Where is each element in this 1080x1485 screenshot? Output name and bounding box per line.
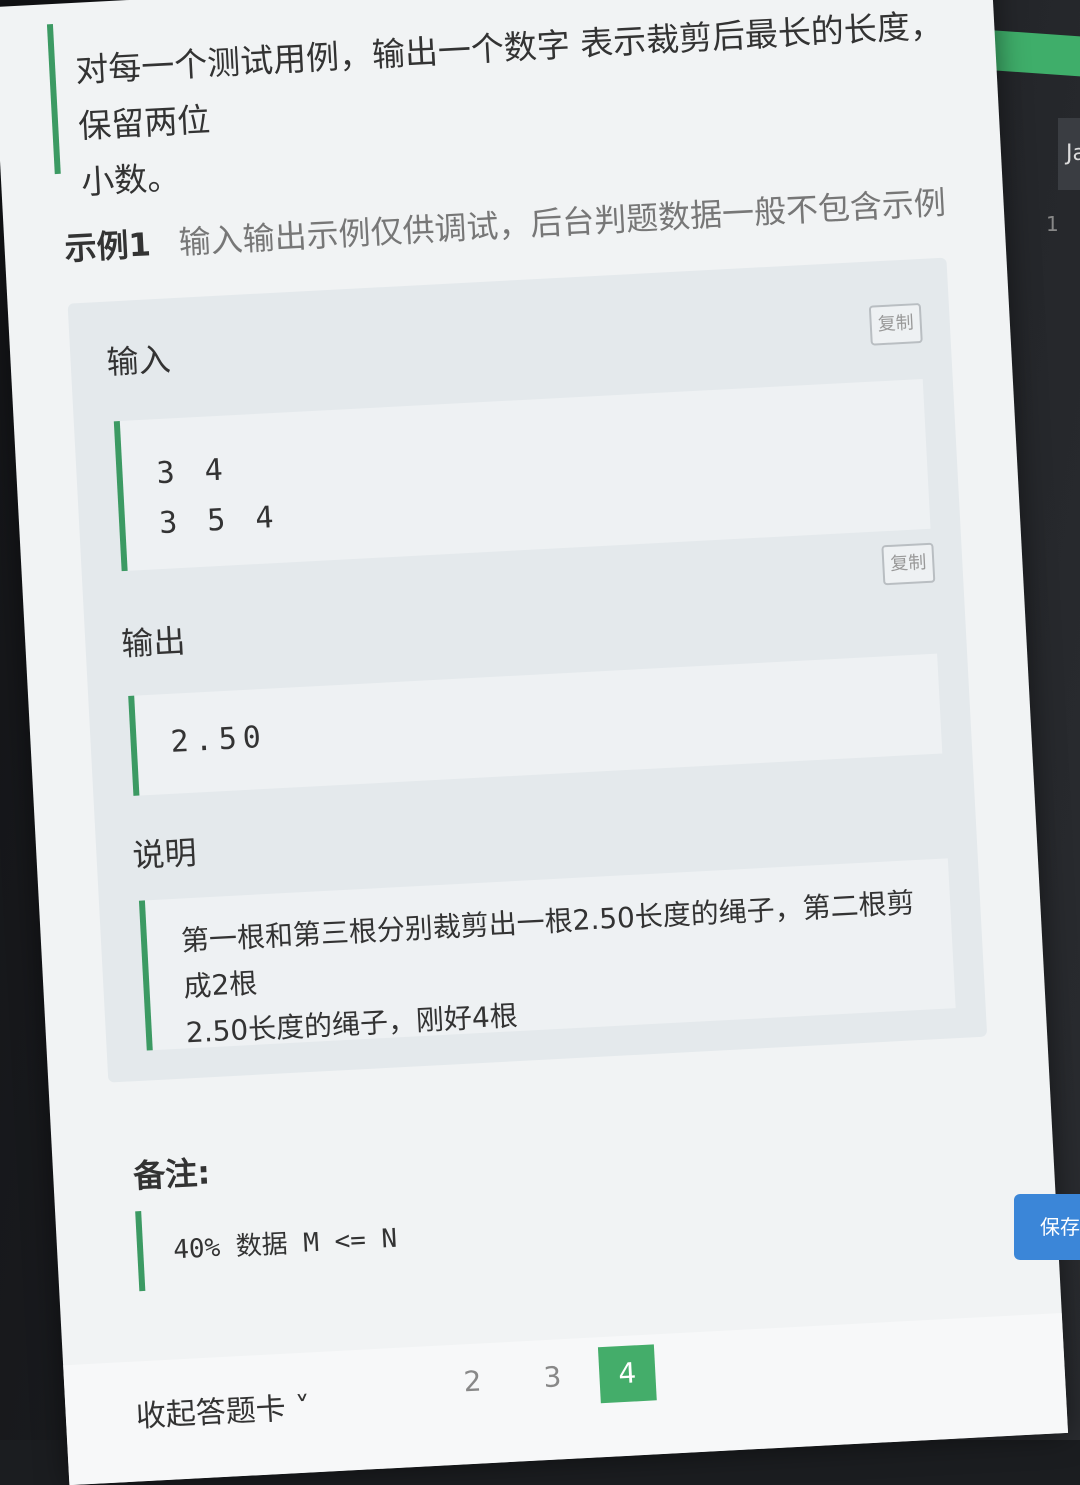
output-code-box: 2.50 [128,653,943,796]
question-number-3[interactable]: 3 [523,1348,582,1407]
note-box: 40% 数据 M <= N [135,1179,739,1292]
editor-language-tab[interactable]: Ja [1058,118,1080,190]
explain-label: 说明 [131,833,198,875]
screen: 对每一个测试用例，输出一个数字 表示裁剪后最长的长度，保留两位 小数。 示例1 输… [0,0,1080,1485]
input-code-box: 3 4 3 5 4 [113,378,931,572]
output-value: 2.50 [169,719,268,760]
question-number-4[interactable]: 4 [597,1344,657,1404]
problem-panel: 对每一个测试用例，输出一个数字 表示裁剪后最长的长度，保留两位 小数。 示例1 输… [0,0,1069,1485]
explain-box: 第一根和第三根分别裁剪出一根2.50长度的绳子，第二根剪成2根 2.50长度的绳… [138,858,956,1051]
example-block: 输入 复制 3 4 3 5 4 复制 输出 2.50 说明 第一根和第三根分别裁… [67,257,988,1083]
output-label: 输出 [120,621,187,664]
save-button[interactable]: 保存 [1014,1194,1080,1260]
answer-card-bar: 收起答题卡 ˅ 2 3 4 [63,1312,1069,1485]
editor-line-number: 1 [1046,212,1059,236]
copy-input-button[interactable]: 复制 [868,302,923,346]
note-label: 备注: [132,1153,212,1196]
collapse-answer-card-button[interactable]: 收起答题卡 ˅ [135,1382,312,1435]
input-label: 输入 [105,340,172,382]
example-title: 示例1 [63,225,152,268]
question-number-2[interactable]: 2 [443,1352,502,1411]
problem-description: 对每一个测试用例，输出一个数字 表示裁剪后最长的长度，保留两位 小数。 [74,0,962,211]
copy-output-button[interactable]: 复制 [881,542,936,586]
description-accent [46,24,61,175]
